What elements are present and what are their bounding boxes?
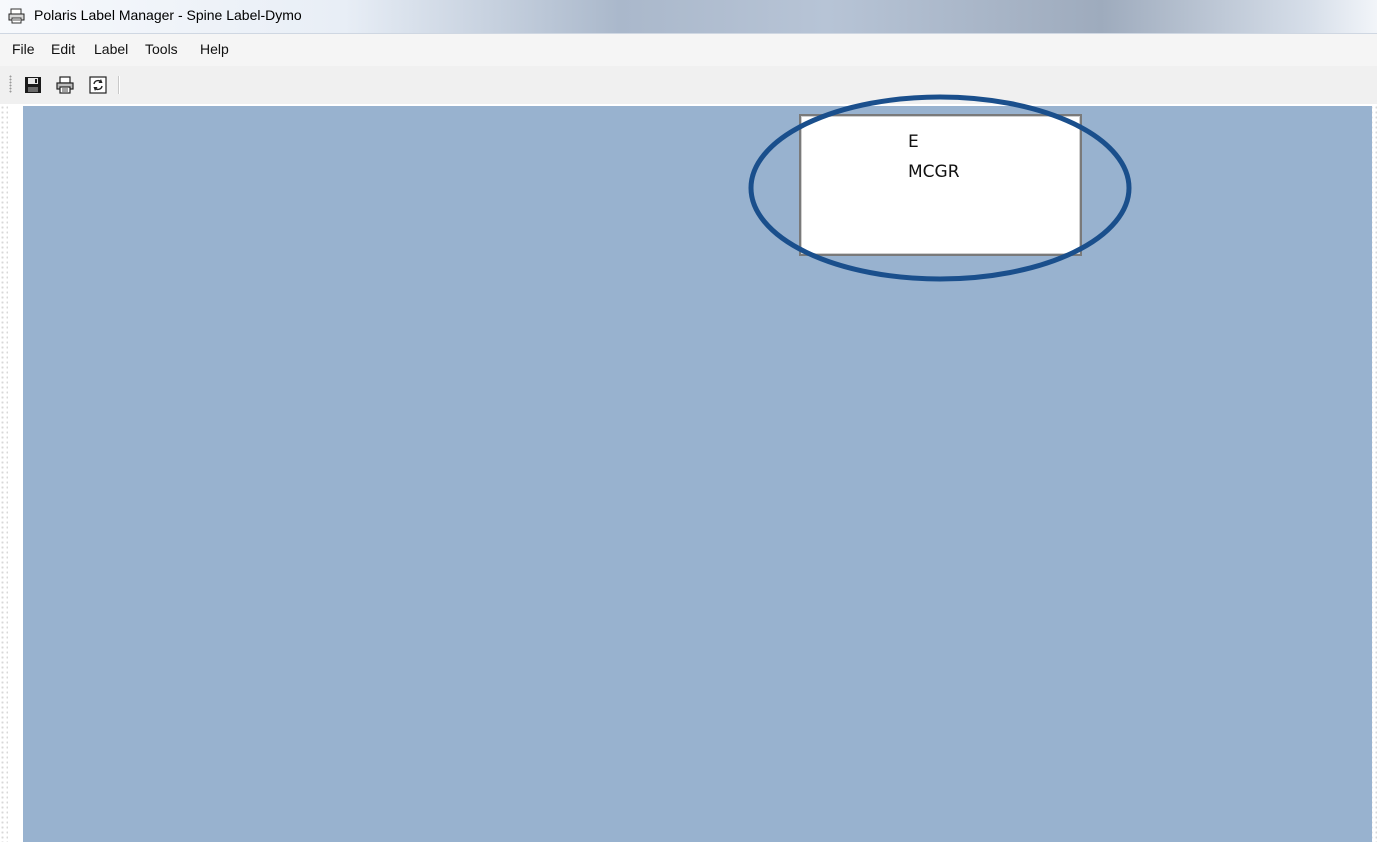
toolbar-grip[interactable] bbox=[9, 75, 12, 93]
printer-app-icon[interactable] bbox=[8, 8, 25, 24]
label-line-2: MCGR bbox=[908, 162, 960, 182]
refresh-button[interactable] bbox=[89, 76, 107, 94]
menu-tools[interactable]: Tools bbox=[145, 41, 178, 57]
title-bar[interactable]: Polaris Label Manager - Spine Label-Dymo bbox=[0, 0, 1377, 34]
menu-help[interactable]: Help bbox=[200, 41, 229, 57]
label-workspace bbox=[23, 106, 1372, 842]
menu-file[interactable]: File bbox=[12, 41, 35, 57]
save-icon bbox=[25, 77, 41, 93]
menu-edit[interactable]: Edit bbox=[51, 41, 75, 57]
page-edge-left bbox=[0, 0, 8, 842]
menu-label[interactable]: Label bbox=[94, 41, 128, 57]
window-title: Polaris Label Manager - Spine Label-Dymo bbox=[34, 7, 302, 23]
refresh-icon bbox=[89, 76, 107, 94]
toolbar bbox=[0, 66, 1377, 104]
print-button[interactable] bbox=[56, 76, 74, 94]
spine-label-preview[interactable]: E MCGR bbox=[799, 114, 1082, 256]
toolbar-separator bbox=[118, 76, 120, 94]
menu-bar: File Edit Label Tools Help bbox=[0, 34, 1377, 66]
label-line-1: E bbox=[908, 132, 919, 152]
print-icon bbox=[56, 76, 74, 94]
save-button[interactable] bbox=[24, 76, 42, 94]
